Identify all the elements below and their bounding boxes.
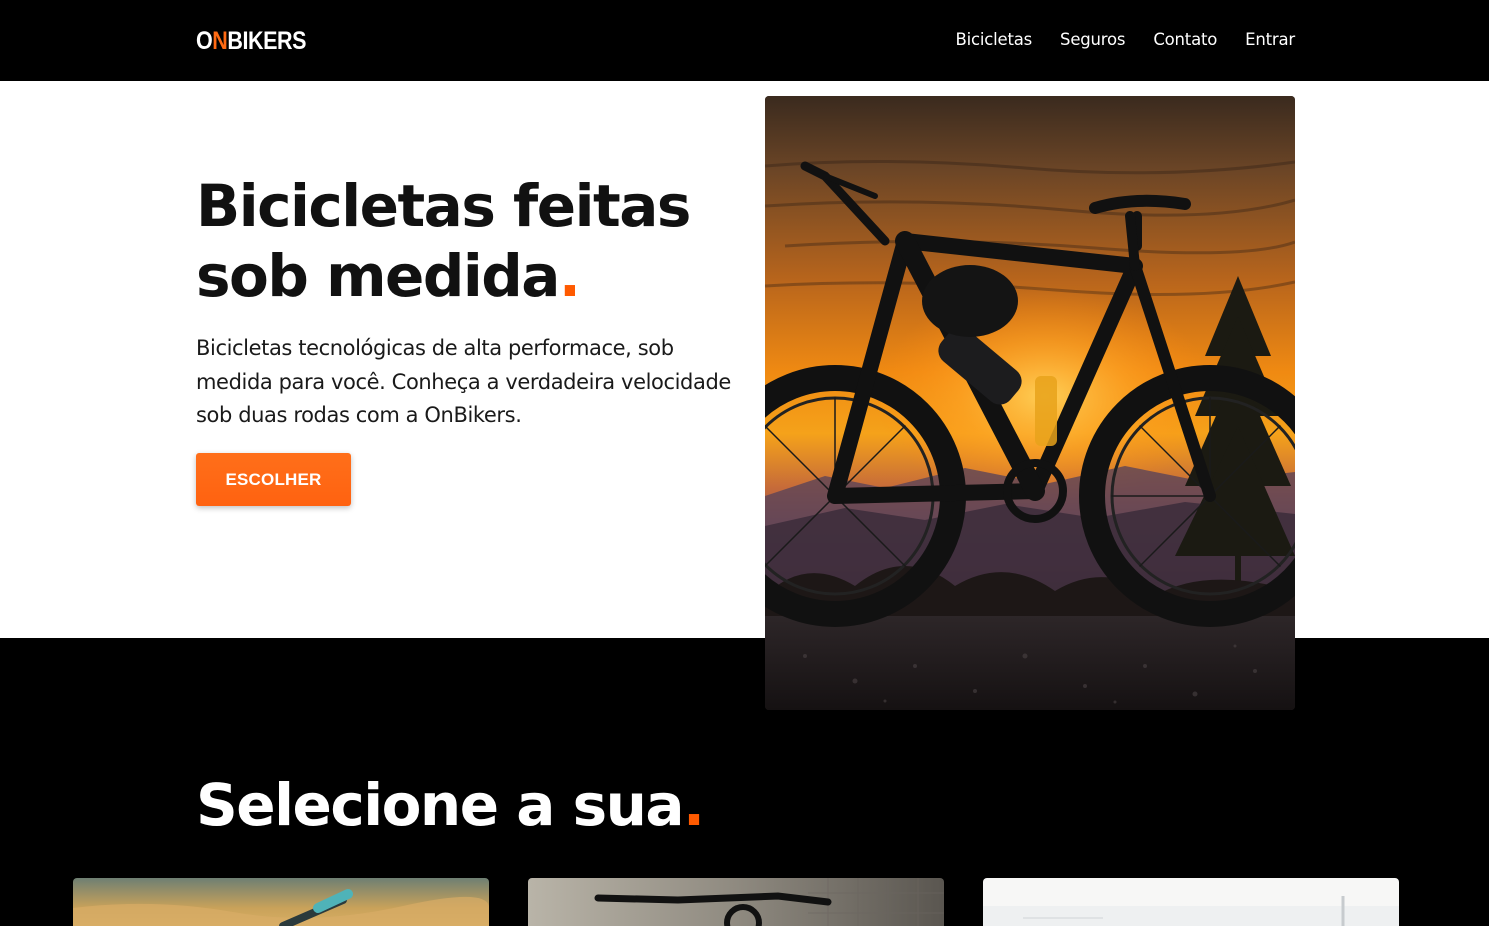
hero-title-line2: sob medida xyxy=(196,242,560,310)
hero-title-line1: Bicicletas feitas xyxy=(196,172,691,240)
nav-link-contato[interactable]: Contato xyxy=(1153,29,1217,51)
onbikers-logo[interactable]: ONBIKERS xyxy=(196,27,306,55)
logo-letter-n: N xyxy=(212,27,228,55)
logo-letter-o: O xyxy=(196,27,213,55)
select-title-dot: . xyxy=(683,771,705,839)
nav-link-seguros[interactable]: Seguros xyxy=(1060,29,1125,51)
select-title-text: Selecione a sua xyxy=(196,771,685,839)
escolher-button[interactable]: ESCOLHER xyxy=(196,453,351,506)
main-nav: Bicicletas Seguros Contato Entrar xyxy=(956,29,1296,51)
bike-card-1-image xyxy=(73,878,489,926)
bike-card-1[interactable] xyxy=(73,878,489,926)
nav-link-entrar[interactable]: Entrar xyxy=(1245,29,1295,51)
hero-bike-image xyxy=(765,96,1295,710)
bike-card-3[interactable] xyxy=(983,878,1399,926)
hero-description: Bicicletas tecnológicas de alta performa… xyxy=(196,336,731,427)
hero-title-dot: . xyxy=(558,242,581,310)
nav-link-bicicletas[interactable]: Bicicletas xyxy=(956,29,1033,51)
bike-card-2-image xyxy=(528,878,944,926)
site-header: ONBIKERS Bicicletas Seguros Contato Entr… xyxy=(0,0,1489,81)
logo-word-bikers: BIKERS xyxy=(227,27,307,55)
select-section-title: Selecione a sua. xyxy=(196,768,705,842)
hero-title: Bicicletas feitas sob medida. xyxy=(196,171,756,311)
bike-card-3-image xyxy=(983,878,1399,926)
bike-sunset-illustration xyxy=(765,96,1295,710)
bike-card-2[interactable] xyxy=(528,878,944,926)
